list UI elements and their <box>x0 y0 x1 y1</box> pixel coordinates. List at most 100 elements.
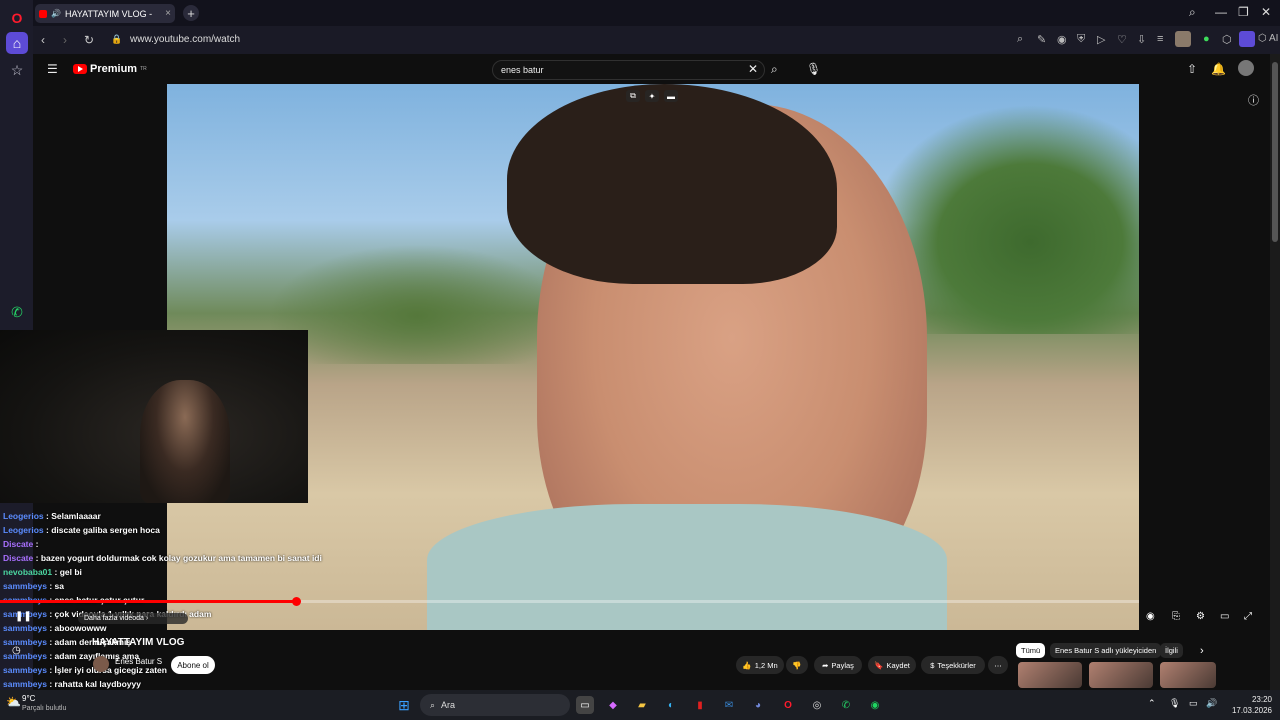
more-videos-overlay[interactable]: Daha fazla videoda › <box>78 613 189 624</box>
minimize-icon[interactable]: — <box>1215 5 1227 19</box>
pause-icon[interactable]: ❚❚ <box>15 611 32 622</box>
dislike-button[interactable]: 👎 <box>786 656 808 674</box>
star-icon[interactable]: ☆ <box>6 59 28 81</box>
zoom-search-icon[interactable]: ⌕ <box>1017 33 1023 46</box>
effects-icon[interactable]: ✦ <box>645 90 659 102</box>
scrollbar-thumb[interactable] <box>1272 62 1278 242</box>
taskbar-clock[interactable]: 23:20 17.03.2026 <box>1222 694 1272 716</box>
download-icon[interactable]: ⇩ <box>1137 33 1146 46</box>
subtitles-icon[interactable]: ⎘ <box>1172 611 1180 622</box>
camera-icon[interactable]: ◉ <box>1057 33 1067 46</box>
opera-taskbar-icon[interactable]: O <box>779 696 797 714</box>
opera-logo-icon[interactable]: O <box>6 7 28 29</box>
page-scrollbar[interactable] <box>1270 54 1280 690</box>
chip-related[interactable]: İlgili <box>1160 643 1183 658</box>
reload-icon[interactable]: ↻ <box>84 33 94 47</box>
new-tab-button[interactable]: + <box>183 5 199 21</box>
chat-username[interactable]: sammbeys <box>3 623 47 633</box>
save-button[interactable]: 🔖 Kaydet <box>868 656 916 674</box>
chat-username[interactable]: sammbeys <box>3 581 47 591</box>
chat-username[interactable]: sammbeys <box>3 637 47 647</box>
vpn-icon[interactable]: ● <box>1203 33 1210 45</box>
file-explorer-icon[interactable]: ▰ <box>633 696 651 714</box>
back-icon[interactable]: ‹ <box>41 33 45 47</box>
thanks-button[interactable]: $ Teşekkürler <box>921 656 985 674</box>
tab-active[interactable]: 🔊 HAYATTAYIM VLOG - × <box>35 4 175 23</box>
chip-all[interactable]: Tümü <box>1016 643 1046 658</box>
home-icon[interactable]: ⌂ <box>6 32 28 54</box>
tray-network-icon[interactable]: ▭ <box>1189 698 1198 709</box>
close-window-icon[interactable]: ✕ <box>1261 5 1271 19</box>
search-input[interactable]: enes batur <box>492 60 765 80</box>
tray-mic-icon[interactable]: 🎙 <box>1169 698 1180 709</box>
forward-icon[interactable]: › <box>63 33 67 47</box>
pip-icon[interactable]: ⧉ <box>626 90 640 102</box>
chat-username[interactable]: Leogerios <box>3 511 44 521</box>
shield-icon[interactable]: ⛨ <box>1077 33 1085 46</box>
windows-start-icon[interactable]: ⊞ <box>395 696 413 714</box>
speaker-icon[interactable]: 🔊 <box>51 9 61 18</box>
whatsapp-icon[interactable]: ✆ <box>6 301 28 323</box>
fullscreen-icon[interactable]: ⤢ <box>1244 611 1252 622</box>
maximize-icon[interactable]: ❐ <box>1238 5 1249 19</box>
autoplay-toggle-icon[interactable]: ◉ <box>1146 611 1155 622</box>
chip-from-uploader[interactable]: Enes Batur S adlı yükleyiciden <box>1050 643 1162 658</box>
opera-gx-icon[interactable]: ◎ <box>808 696 826 714</box>
edit-icon[interactable]: ✎ <box>1037 33 1046 46</box>
whatsapp-taskbar-icon[interactable]: ✆ <box>837 696 855 714</box>
extensions-icon[interactable]: ⬡ <box>1222 33 1232 46</box>
upload-icon[interactable]: ⇧ <box>1187 62 1197 76</box>
chat-username[interactable]: sammbeys <box>3 665 47 675</box>
discord-icon[interactable]: ◕ <box>749 696 767 714</box>
task-view-icon[interactable]: ▭ <box>576 696 594 714</box>
bell-icon[interactable]: 🔔 <box>1211 62 1226 76</box>
channel-avatar[interactable] <box>93 656 109 672</box>
channel-name[interactable]: Enes Batur S <box>115 657 162 666</box>
copilot-icon[interactable]: ◆ <box>604 696 622 714</box>
more-actions-button[interactable]: ⋯ <box>988 656 1008 674</box>
clear-search-icon[interactable]: ✕ <box>748 62 758 76</box>
related-thumbnail[interactable] <box>1018 662 1082 688</box>
chips-next-icon[interactable]: › <box>1200 645 1204 657</box>
tray-volume-icon[interactable]: 🔊 <box>1206 698 1217 709</box>
related-thumbnail[interactable] <box>1089 662 1153 688</box>
chat-username[interactable]: nevobaba01 <box>3 567 52 577</box>
video-player[interactable]: ⧉ ✦ ▬ <box>167 84 1139 630</box>
app-red-icon[interactable]: ▮ <box>691 696 709 714</box>
chat-username[interactable]: Discate <box>3 553 33 563</box>
ai-button[interactable]: ⬡ AI <box>1258 33 1278 44</box>
edge-icon[interactable]: ◐ <box>662 696 680 714</box>
chat-username[interactable]: Discate <box>3 539 33 549</box>
chat-username[interactable]: sammbeys <box>3 679 47 689</box>
tray-chevron-icon[interactable]: ⌃ <box>1148 698 1156 709</box>
player-icon[interactable]: ▷ <box>1097 33 1105 46</box>
info-icon[interactable]: ⓘ <box>1248 92 1259 108</box>
mic-icon[interactable]: 🎙 <box>806 62 821 76</box>
aria-icon[interactable] <box>1239 31 1255 47</box>
search-icon[interactable]: ⌕ <box>771 62 778 77</box>
heart-icon[interactable]: ♡ <box>1117 33 1127 46</box>
subscribe-button[interactable]: Abone ol <box>171 656 215 674</box>
weather-icon[interactable]: ⛅ <box>6 695 21 709</box>
progress-scrubber[interactable] <box>292 597 301 606</box>
settings-gear-icon[interactable]: ⚙ <box>1196 611 1205 622</box>
mail-icon[interactable]: ✉ <box>720 696 738 714</box>
share-button[interactable]: ➦ Paylaş <box>814 656 862 674</box>
tab-close-icon[interactable]: × <box>165 8 171 19</box>
related-thumbnail[interactable] <box>1160 662 1216 688</box>
url-field[interactable]: www.youtube.com/watch <box>130 34 240 45</box>
account-avatar[interactable] <box>1238 60 1254 76</box>
youtube-logo[interactable]: Premium TR <box>73 63 147 75</box>
progress-bar[interactable] <box>0 597 1139 606</box>
spotify-icon[interactable]: ◉ <box>866 696 884 714</box>
camera-capture-icon[interactable]: ▬ <box>664 90 678 102</box>
chat-username[interactable]: sammbeys <box>3 651 47 661</box>
hamburger-menu-icon[interactable]: ☰ <box>47 62 58 76</box>
search-tabs-icon[interactable]: ⌕ <box>1189 5 1196 20</box>
taskbar-search[interactable]: ⌕ Ara <box>420 694 570 716</box>
profile-avatar[interactable] <box>1175 31 1191 47</box>
menu-icon[interactable]: ≡ <box>1157 33 1163 45</box>
like-button[interactable]: 👍 1,2 Mn <box>736 656 784 674</box>
chat-username[interactable]: Leogerios <box>3 525 44 535</box>
miniplayer-icon[interactable]: ▭ <box>1220 611 1229 622</box>
